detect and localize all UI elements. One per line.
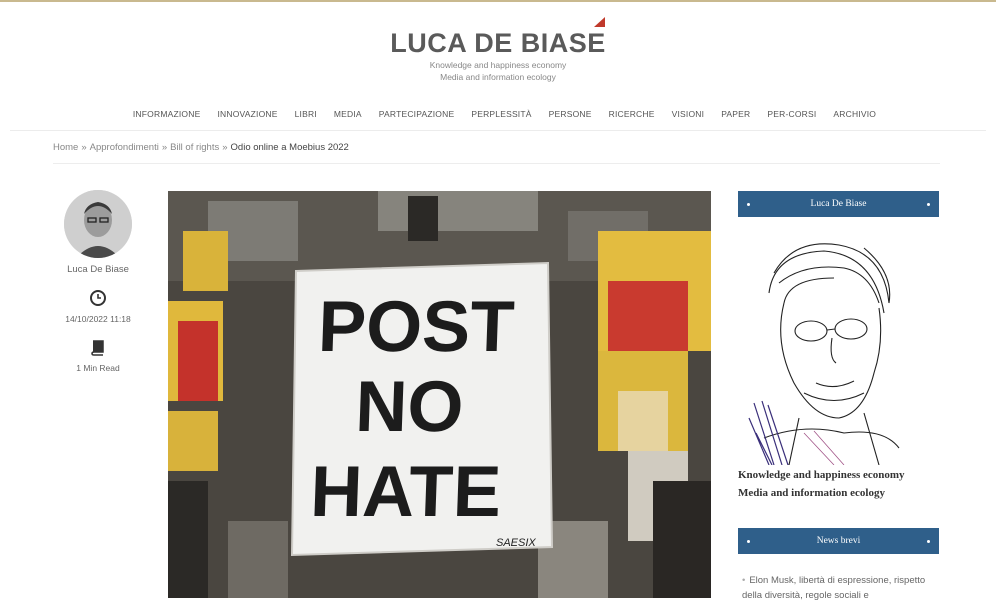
breadcrumb: Home» Approfondimenti» Bill of rights» Odio…	[53, 142, 349, 153]
nav-item-media[interactable]: MEDIA	[334, 109, 362, 119]
nav-item-visioni[interactable]: VISIONI	[672, 109, 705, 119]
main-nav: INFORMAZIONE INNOVAZIONE LIBRI MEDIA PAR…	[0, 109, 996, 119]
breadcrumb-separator: »	[161, 142, 168, 153]
sidebar-desc-line-1: Knowledge and happiness economy	[738, 469, 905, 481]
nav-item-paper[interactable]: PAPER	[721, 109, 750, 119]
sign-text-post: POST	[317, 287, 516, 367]
title-dot-icon	[747, 202, 750, 206]
widget-news-title-text: News brevi	[816, 536, 861, 546]
nav-item-libri[interactable]: LIBRI	[295, 109, 317, 119]
nav-item-persone[interactable]: PERSONE	[549, 109, 592, 119]
read-time: 1 Min Read	[76, 363, 120, 373]
nav-item-archivio[interactable]: ARCHIVIO	[833, 109, 876, 119]
nav-divider	[10, 130, 986, 131]
post-date: 14/10/2022 11:18	[65, 314, 131, 324]
title-dot-icon	[927, 539, 930, 543]
breadcrumb-current: Odio online a Moebius 2022	[230, 142, 349, 153]
news-list: • Elon Musk, libertà di espressione, risp…	[742, 573, 942, 603]
breadcrumb-bill-of-rights[interactable]: Bill of rights	[170, 142, 219, 153]
clock-icon	[89, 289, 107, 307]
sign-text-no: NO	[354, 367, 465, 447]
sidebar-desc-line-2: Media and information ecology	[738, 487, 885, 499]
title-dot-icon	[926, 202, 930, 206]
author-sketch-image	[744, 233, 904, 466]
sign-signature: SAESIX	[496, 537, 536, 549]
title-dot-icon	[747, 539, 750, 543]
bullet-icon: •	[742, 575, 746, 586]
nav-item-informazione[interactable]: INFORMAZIONE	[133, 109, 201, 119]
breadcrumb-divider	[53, 163, 940, 164]
sidebar-description: Knowledge and happiness economy Media an…	[738, 466, 948, 502]
nav-item-perplessita[interactable]: PERPLESSITÀ	[471, 109, 531, 119]
book-icon	[89, 338, 107, 356]
nav-item-partecipazione[interactable]: PARTECIPAZIONE	[379, 109, 455, 119]
breadcrumb-approfondimenti[interactable]: Approfondimenti	[90, 142, 159, 153]
widget-news-title: News brevi	[738, 528, 939, 554]
breadcrumb-home[interactable]: Home	[53, 142, 78, 153]
tagline-line-2: Media and information ecology	[440, 72, 556, 82]
author-name[interactable]: Luca De Biase	[56, 264, 140, 275]
logo-flag-icon	[593, 17, 605, 27]
news-list-item[interactable]: • Elon Musk, libertà di espressione, risp…	[742, 573, 942, 603]
widget-author-title-text: Luca De Biase	[810, 199, 867, 209]
sign-text-hate: HATE	[309, 452, 502, 532]
breadcrumb-separator: »	[81, 142, 87, 153]
site-logo-text: LUCA DE BIASE	[390, 28, 606, 58]
nav-item-ricerche[interactable]: RICERCHE	[609, 109, 655, 119]
nav-item-innovazione[interactable]: INNOVAZIONE	[217, 109, 277, 119]
nav-item-per-corsi[interactable]: PER-CORSI	[767, 109, 816, 119]
widget-author-title: Luca De Biase	[738, 191, 939, 217]
post-meta: Luca De Biase 14/10/2022 11:18 1 Min Rea…	[56, 190, 140, 373]
top-border-line	[0, 0, 996, 2]
breadcrumb-separator: »	[222, 142, 228, 153]
featured-image: POST NO HATE SAESIX	[168, 191, 711, 598]
site-header: LUCA DE BIASE Knowledge and happiness ec…	[0, 10, 996, 83]
author-avatar[interactable]	[64, 190, 132, 258]
site-logo[interactable]: LUCA DE BIASE	[390, 17, 606, 59]
news-item-text[interactable]: Elon Musk, libertà di espressione, rispe…	[742, 575, 925, 601]
tagline-line-1: Knowledge and happiness economy	[429, 60, 567, 70]
